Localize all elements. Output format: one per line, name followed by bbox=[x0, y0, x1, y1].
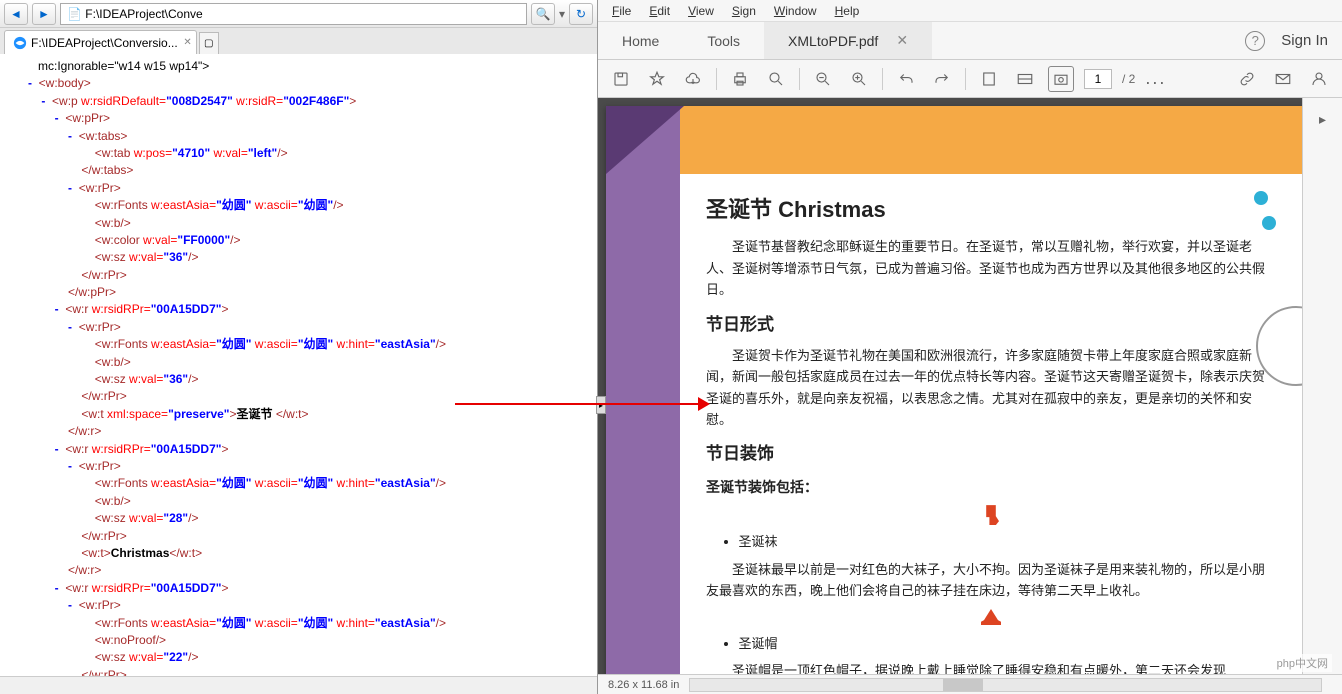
sock-icon bbox=[983, 505, 999, 525]
list-item: 圣诞帽 bbox=[739, 633, 1277, 654]
pdf-menubar: File Edit View Sign Window Help bbox=[598, 0, 1342, 22]
decor-dot-icon bbox=[1262, 216, 1276, 230]
zoom-out-icon[interactable] bbox=[810, 66, 836, 92]
page-fit-icon[interactable] bbox=[976, 66, 1002, 92]
pdf-status-bar: 8.26 x 11.68 in bbox=[598, 674, 1342, 694]
santa-hat-icon bbox=[981, 609, 1001, 625]
tab-document[interactable]: XMLtoPDF.pdf ✕ bbox=[764, 22, 932, 59]
address-field[interactable]: 📄 F:\IDEAProject\Conve bbox=[60, 3, 527, 25]
back-button[interactable]: ◄ bbox=[4, 3, 28, 25]
tab-home[interactable]: Home bbox=[598, 22, 683, 59]
menu-help[interactable]: Help bbox=[827, 2, 868, 20]
ie-browser-window: ◄ ► 📄 F:\IDEAProject\Conve 🔍 ▾ ↻ F:\IDEA… bbox=[0, 0, 598, 694]
account-icon[interactable] bbox=[1306, 66, 1332, 92]
status-scrollbar[interactable] bbox=[689, 678, 1322, 692]
menu-view[interactable]: View bbox=[680, 2, 722, 20]
redo-icon[interactable] bbox=[929, 66, 955, 92]
pdf-page: 圣诞节 Christmas 圣诞节基督教纪念耶稣诞生的重要节日。在圣诞节，常以互… bbox=[606, 106, 1302, 674]
page-dimensions-label: 8.26 x 11.68 in bbox=[608, 679, 679, 691]
folder-icon: 📄 bbox=[67, 7, 82, 21]
sign-in-link[interactable]: Sign In bbox=[1281, 32, 1328, 49]
menu-file[interactable]: File bbox=[604, 2, 639, 20]
new-tab-button[interactable]: ▢ bbox=[199, 32, 219, 54]
pdf-scroll-area[interactable]: 圣诞节 Christmas 圣诞节基督教纪念耶稣诞生的重要节日。在圣诞节，常以互… bbox=[598, 98, 1302, 674]
decor-dot-icon bbox=[1254, 191, 1268, 205]
pdf-reader-window: File Edit View Sign Window Help Home Too… bbox=[598, 0, 1342, 694]
rail-collapse-icon[interactable]: ▸ bbox=[1310, 106, 1336, 132]
tab-tools[interactable]: Tools bbox=[683, 22, 764, 59]
list-item: 圣诞袜 bbox=[739, 531, 1277, 552]
pdf-right-rail: ▸ bbox=[1302, 98, 1342, 674]
page-side-decor bbox=[606, 106, 680, 674]
refresh-button[interactable]: ↻ bbox=[569, 3, 593, 25]
page-triangle-decor bbox=[606, 106, 684, 174]
doc-h3: 圣诞节装饰包括： bbox=[706, 476, 1276, 499]
page-total-label: / 2 bbox=[1122, 72, 1135, 86]
ie-favicon-icon bbox=[13, 36, 27, 50]
search-icon[interactable]: 🔍 bbox=[531, 3, 555, 25]
doc-para: 圣诞袜最早以前是一对红色的大袜子，大小不拘。因为圣诞袜子是用来装礼物的，所以是小… bbox=[706, 559, 1276, 602]
doc-h2: 节日形式 bbox=[706, 311, 1276, 339]
doc-title: 圣诞节 Christmas bbox=[706, 192, 1276, 228]
print-icon[interactable] bbox=[727, 66, 753, 92]
horizontal-scrollbar[interactable] bbox=[0, 676, 597, 694]
ie-tab-strip: F:\IDEAProject\Conversio... ✕ ▢ bbox=[0, 28, 597, 54]
pdf-content: 圣诞节 Christmas 圣诞节基督教纪念耶稣诞生的重要节日。在圣诞节，常以互… bbox=[606, 174, 1302, 674]
splitter-handa[interactable]: ▸ bbox=[596, 396, 606, 414]
zoom-in-icon[interactable] bbox=[846, 66, 872, 92]
menu-edit[interactable]: Edit bbox=[641, 2, 678, 20]
pdf-toolbar: / 2 ... bbox=[598, 60, 1342, 98]
close-tab-icon[interactable]: ✕ bbox=[183, 37, 191, 48]
doc-h2: 节日装饰 bbox=[706, 440, 1276, 468]
share-link-icon[interactable] bbox=[1234, 66, 1260, 92]
doc-para: 圣诞贺卡作为圣诞节礼物在美国和欧洲很流行，许多家庭随贺卡带上年度家庭合照或家庭新… bbox=[706, 345, 1276, 431]
menu-window[interactable]: Window bbox=[766, 2, 825, 20]
page-header-decor bbox=[606, 106, 1302, 174]
doc-para: 圣诞帽是一顶红色帽子，据说晚上戴上睡觉除了睡得安稳和有点暖外，第二天还会发现 bbox=[706, 660, 1276, 674]
close-doc-tab-icon[interactable]: ✕ bbox=[896, 32, 908, 49]
ie-tab-active[interactable]: F:\IDEAProject\Conversio... ✕ bbox=[4, 30, 197, 54]
help-icon[interactable]: ? bbox=[1245, 31, 1265, 51]
watermark-label: php中文网 bbox=[1273, 654, 1332, 672]
more-icon[interactable]: ... bbox=[1145, 68, 1166, 89]
star-icon[interactable] bbox=[644, 66, 670, 92]
ie-address-bar: ◄ ► 📄 F:\IDEAProject\Conve 🔍 ▾ ↻ bbox=[0, 0, 597, 28]
page-width-icon[interactable] bbox=[1012, 66, 1038, 92]
search-icon[interactable] bbox=[763, 66, 789, 92]
forward-button[interactable]: ► bbox=[32, 3, 56, 25]
pdf-viewport: 圣诞节 Christmas 圣诞节基督教纪念耶稣诞生的重要节日。在圣诞节，常以互… bbox=[598, 98, 1342, 674]
menu-sign[interactable]: Sign bbox=[724, 2, 764, 20]
undo-icon[interactable] bbox=[893, 66, 919, 92]
xml-source-view[interactable]: mc:Ignorable="w14 w15 wp14"> - <w:body> … bbox=[0, 54, 597, 676]
save-icon[interactable] bbox=[608, 66, 634, 92]
doc-para: 圣诞节基督教纪念耶稣诞生的重要节日。在圣诞节，常以互赠礼物，举行欢宴，并以圣诞老… bbox=[706, 236, 1276, 300]
page-number-input[interactable] bbox=[1084, 69, 1112, 89]
email-icon[interactable] bbox=[1270, 66, 1296, 92]
pdf-tab-strip: Home Tools XMLtoPDF.pdf ✕ ? Sign In bbox=[598, 22, 1342, 60]
cloud-icon[interactable] bbox=[680, 66, 706, 92]
snapshot-icon[interactable] bbox=[1048, 66, 1074, 92]
